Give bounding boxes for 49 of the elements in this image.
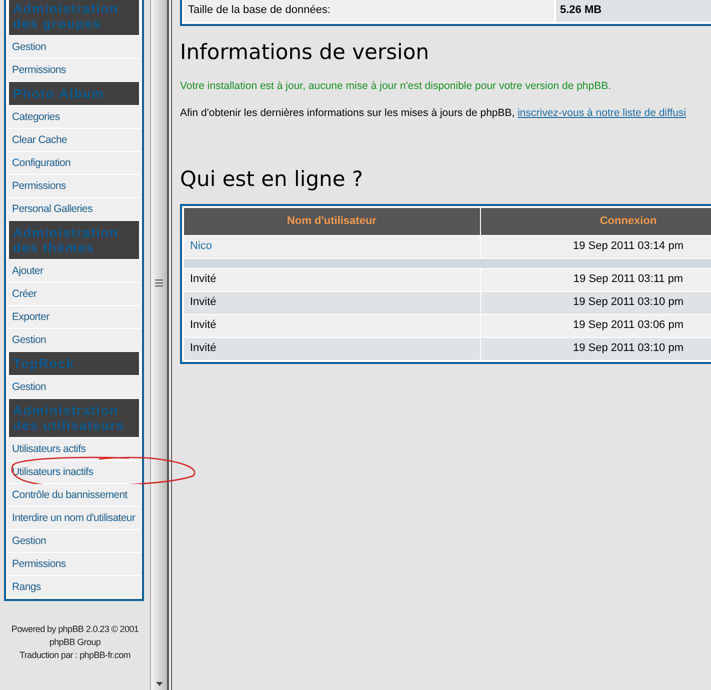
table-cell: Invité [184,268,480,290]
column-header: Nom d'utilisateur [184,208,480,234]
sidebar-link[interactable]: Permissions [7,59,141,81]
info-text: Afin d'obtenir les dernières informations sur les mises à jours de phpBB, [180,106,516,119]
table-cell: Invité [184,292,480,314]
table-cell: Invité [184,338,480,360]
sidebar-link[interactable]: Categories [7,106,141,128]
table-cell: 19 Sep 2011 03:06 pm [480,314,711,336]
sidebar-link[interactable]: Utilisateurs actifs [7,438,141,460]
status-message: Votre installation est à jour, aucune mise à jour n'est disponible pour votre version de phpBB. [180,79,612,94]
grip-icon [155,279,163,288]
sidebar-link[interactable]: Ajouter [7,260,141,282]
username-link[interactable]: Nico [190,238,212,255]
table-cell: Invité [184,314,480,336]
sidebar-link[interactable]: Rangs [7,576,141,598]
section-title: Informations de version [180,39,430,65]
section-header: Administration des thèmes [9,221,139,259]
sidebar-link[interactable]: Clear Cache [7,129,141,151]
footer-text: phpBB Group [49,636,101,649]
sidebar-link[interactable]: Interdire un nom d'utilisateur [7,507,141,529]
sidebar-link[interactable]: Permissions [7,553,141,575]
scroll-down-icon[interactable] [156,682,162,686]
table-cell: Taille de la base de données: [184,0,554,22]
sidebar-link[interactable]: Créer [7,283,141,305]
sidebar-link[interactable]: Personal Galleries [7,198,141,220]
section-header: Photo Album [9,82,139,105]
mailing-list-link[interactable]: inscrivez-vous à notre liste de diffusi [518,106,686,119]
section-title: Qui est en ligne ? [180,166,364,192]
sidebar-link[interactable]: Gestion [7,36,141,58]
table-cell: 19 Sep 2011 03:10 pm [480,292,711,314]
sidebar-link[interactable]: Gestion [7,376,141,398]
sidebar-link[interactable]: Gestion [7,530,141,552]
sidebar-link[interactable]: Utilisateurs inactifs [7,461,141,483]
section-header: Administration des groupes [9,0,139,35]
sidebar-link[interactable]: Gestion [7,329,141,351]
column-header: Connexion [480,208,711,234]
table-cell: 19 Sep 2011 03:11 pm [480,268,711,290]
sidebar-link[interactable]: Contrôle du bannissement [7,484,141,506]
footer-text: Traduction par : phpBB-fr.com [19,649,131,662]
sidebar-link[interactable]: Exporter [7,306,141,328]
section-header: TopRock [9,352,139,375]
sidebar-link[interactable]: Permissions [7,175,141,197]
table-cell: 19 Sep 2011 03:14 pm [480,236,711,258]
footer-text: Powered by phpBB 2.0.23 © 2001 [11,623,139,636]
table-cell: 5.26 MB [556,0,711,22]
table-cell: 19 Sep 2011 03:10 pm [480,338,711,360]
sidebar-link[interactable]: Configuration [7,152,141,174]
frame-scrollbar[interactable] [150,0,167,690]
section-header: Administration des utilisateurs [9,399,139,437]
